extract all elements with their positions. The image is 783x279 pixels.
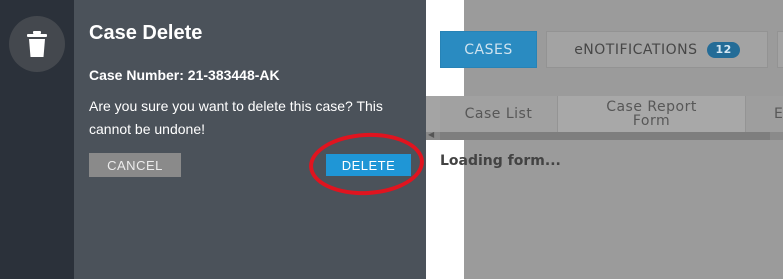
notification-count-badge: 12 bbox=[707, 41, 740, 58]
left-icon-strip bbox=[0, 0, 74, 279]
trash-icon-circle bbox=[9, 16, 65, 72]
case-delete-dialog: Case Delete Case Number: 21-383448-AK Ar… bbox=[74, 0, 426, 279]
tab-enotifications[interactable]: eNOTIFICATIONS 12 bbox=[546, 31, 768, 68]
scroll-left-arrow-icon[interactable]: ◀ bbox=[428, 130, 434, 139]
tab-cases[interactable]: CASES bbox=[440, 31, 537, 68]
subtab-e-label: E bbox=[774, 106, 783, 122]
delete-button[interactable]: DELETE bbox=[326, 154, 411, 176]
tab-cases-label: CASES bbox=[464, 41, 513, 58]
subtabs: Case List Case Report Form E bbox=[426, 96, 783, 132]
subtab-case-report-form-label: Case Report Form bbox=[606, 99, 697, 129]
tab-more[interactable] bbox=[777, 31, 783, 68]
subtab-case-report-form[interactable]: Case Report Form bbox=[558, 96, 746, 132]
subtab-case-list[interactable]: Case List bbox=[440, 96, 558, 132]
subtab-case-list-label: Case List bbox=[464, 106, 533, 122]
dialog-title: Case Delete bbox=[89, 22, 203, 44]
horizontal-scrollbar[interactable]: ◀ bbox=[426, 130, 783, 140]
loading-text: Loading form... bbox=[440, 153, 561, 169]
scroll-thumb[interactable] bbox=[440, 132, 770, 140]
dialog-message: Are you sure you want to delete this cas… bbox=[89, 98, 383, 137]
cancel-button[interactable]: CANCEL bbox=[89, 153, 181, 177]
top-tabs: CASES eNOTIFICATIONS 12 bbox=[426, 0, 783, 90]
subtab-e[interactable]: E bbox=[746, 96, 783, 132]
case-number: Case Number: 21-383448-AK bbox=[89, 67, 280, 83]
tab-enotifications-label: eNOTIFICATIONS bbox=[574, 41, 698, 58]
trash-icon bbox=[27, 31, 47, 57]
